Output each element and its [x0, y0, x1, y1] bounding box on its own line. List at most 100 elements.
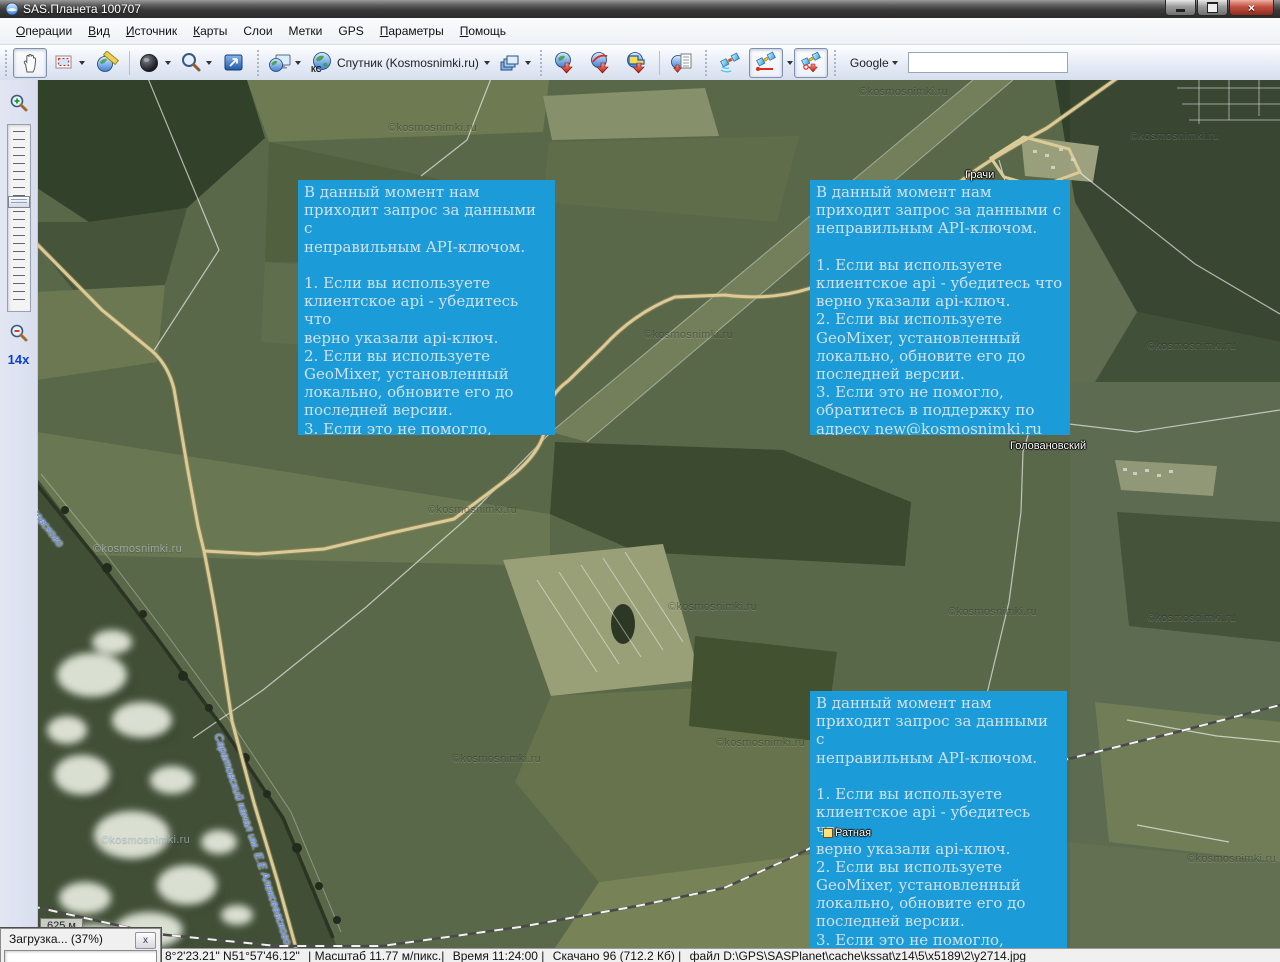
- globe-polygon-icon: [625, 51, 649, 75]
- hand-icon: [18, 51, 42, 75]
- map-canvas[interactable]: ©kosmosnimki.ru ©kosmosnimki.ru ©kosmosn…: [37, 80, 1280, 948]
- api-error-tile: В данный момент нам приходит запрос за д…: [298, 180, 555, 435]
- watermark: ©kosmosnimki.ru: [1147, 612, 1236, 624]
- minimize-icon: [1176, 9, 1185, 12]
- app-icon: [5, 2, 19, 16]
- chevron-down-icon: [295, 61, 301, 65]
- kosmosnimki-globe-icon: КС: [309, 51, 333, 75]
- fullscreen-button[interactable]: [217, 48, 251, 78]
- pan-tool-button[interactable]: [13, 48, 47, 78]
- placemark-icon: [823, 828, 833, 838]
- menu-gps[interactable]: GPS: [330, 21, 371, 41]
- slider-ticks: [13, 131, 25, 305]
- toolbar-separator: [129, 51, 130, 75]
- download-list-button[interactable]: [665, 48, 699, 78]
- magnifier-icon: [179, 51, 203, 75]
- current-map-button[interactable]: КС Спутник (Kosmosnimki.ru): [306, 48, 493, 78]
- watermark: ©kosmosnimki.ru: [716, 737, 805, 749]
- search-provider-label: Google: [850, 56, 889, 70]
- status-file-path: файл D:\GPS\SASPlanet\cache\kssat\z14\5\…: [690, 949, 1026, 962]
- globe-download-icon: [553, 51, 577, 75]
- toolbar-separator: [659, 51, 660, 75]
- status-bar: 8°2'23.21" N51°57'46.12" | Масштаб 11.77…: [0, 948, 1280, 962]
- zoom-out-icon: [8, 323, 30, 345]
- search-provider-button[interactable]: Google: [847, 48, 901, 78]
- status-scale: | Масштаб 11.77 м/пикс.|: [308, 949, 444, 962]
- toolbar-grip: [3, 50, 9, 76]
- satellite-signal-icon: [718, 51, 742, 75]
- zoom-level-label: 14x: [0, 352, 37, 367]
- watermark: ©kosmosnimki.ru: [388, 122, 477, 134]
- dark-globe-icon: [138, 51, 162, 75]
- gps-goto-button[interactable]: [794, 48, 828, 78]
- watermark: ©kosmosnimki.ru: [644, 329, 733, 341]
- menu-maps[interactable]: Карты: [185, 21, 235, 41]
- download-route-button[interactable]: [584, 48, 618, 78]
- toolbar-grip: [832, 50, 838, 76]
- map-type-button[interactable]: [265, 48, 304, 78]
- status-time: Время 11:24:00 |: [453, 949, 545, 962]
- chevron-down-icon: [79, 61, 85, 65]
- title-bar: SAS.Планета 100707 ×: [0, 0, 1280, 18]
- watermark: ©kosmosnimki.ru: [1187, 853, 1276, 865]
- satellite-track-icon: [754, 51, 778, 75]
- download-polygon-button[interactable]: [620, 48, 654, 78]
- watermark: ©kosmosnimki.ru: [1130, 130, 1219, 142]
- zoom-tool-button[interactable]: [176, 48, 215, 78]
- main-toolbar: КС Спутник (Kosmosnimki.ru): [0, 45, 1280, 80]
- maximize-button[interactable]: [1197, 0, 1228, 16]
- fullscreen-icon: [222, 51, 246, 75]
- zoom-slider[interactable]: [7, 124, 31, 312]
- chevron-down-icon: [484, 61, 490, 65]
- api-error-tile: В данный момент нам приходит запрос за д…: [810, 691, 1067, 948]
- search-input[interactable]: [908, 52, 1068, 73]
- globe-route-icon: [589, 51, 613, 75]
- window-title: SAS.Планета 100707: [23, 2, 141, 16]
- watermark: ©kosmosnimki.ru: [428, 504, 517, 516]
- selection-icon: [52, 51, 76, 75]
- current-map-label: Спутник (Kosmosnimki.ru): [337, 56, 479, 70]
- menu-operations[interactable]: Операции: [8, 21, 80, 41]
- menu-source[interactable]: Источник: [118, 21, 185, 41]
- download-progress-window: Загрузка... (37%) x: [0, 928, 161, 962]
- svg-text:КС: КС: [311, 65, 322, 74]
- close-icon: ×: [1248, 2, 1255, 14]
- menu-view[interactable]: Вид: [80, 21, 118, 41]
- zoom-in-button[interactable]: [6, 92, 32, 116]
- watermark: ©kosmosnimki.ru: [948, 606, 1037, 618]
- watermark: ©kosmosnimki.ru: [93, 543, 182, 555]
- gps-track-button[interactable]: [749, 48, 783, 78]
- place-label-golovanovskiy: Головановский: [1010, 440, 1086, 452]
- popup-close-button[interactable]: x: [135, 932, 156, 949]
- zoom-in-icon: [8, 93, 30, 115]
- close-button[interactable]: ×: [1229, 0, 1274, 16]
- toolbar-grip: [538, 50, 544, 76]
- watermark: ©kosmosnimki.ru: [101, 834, 190, 846]
- watermark: ©kosmosnimki.ru: [1147, 340, 1236, 352]
- menu-parameters[interactable]: Параметры: [372, 21, 452, 41]
- selection-manager-button[interactable]: [49, 48, 88, 78]
- layers-button[interactable]: [495, 48, 534, 78]
- application-window: SAS.Планета 100707 × Операции Вид Источн…: [0, 0, 1280, 962]
- status-coordinates: 8°2'23.21" N51°57'46.12": [165, 949, 300, 962]
- satellite-imagery: [37, 80, 1280, 948]
- menu-layers[interactable]: Слои: [235, 21, 280, 41]
- globe-list-icon: [670, 51, 694, 75]
- download-selection-button[interactable]: [548, 48, 582, 78]
- watermark: ©kosmosnimki.ru: [859, 86, 948, 98]
- measure-distance-button[interactable]: [90, 48, 124, 78]
- place-label-grachi: Грачи: [965, 169, 994, 181]
- chevron-down-icon[interactable]: [787, 61, 793, 65]
- zoom-out-button[interactable]: [6, 322, 32, 346]
- zoom-panel: 14x: [0, 80, 38, 948]
- gps-connect-button[interactable]: [713, 48, 747, 78]
- toolbar-grip: [703, 50, 709, 76]
- menu-help[interactable]: Помощь: [452, 21, 514, 41]
- menu-marks[interactable]: Метки: [281, 21, 331, 41]
- zoom-slider-handle[interactable]: [8, 196, 30, 208]
- minimize-button[interactable]: [1165, 0, 1196, 16]
- layers-icon: [498, 51, 522, 75]
- full-map-button[interactable]: [135, 48, 174, 78]
- chevron-down-icon: [206, 61, 212, 65]
- api-error-tile: В данный момент нам приходит запрос за д…: [810, 180, 1070, 435]
